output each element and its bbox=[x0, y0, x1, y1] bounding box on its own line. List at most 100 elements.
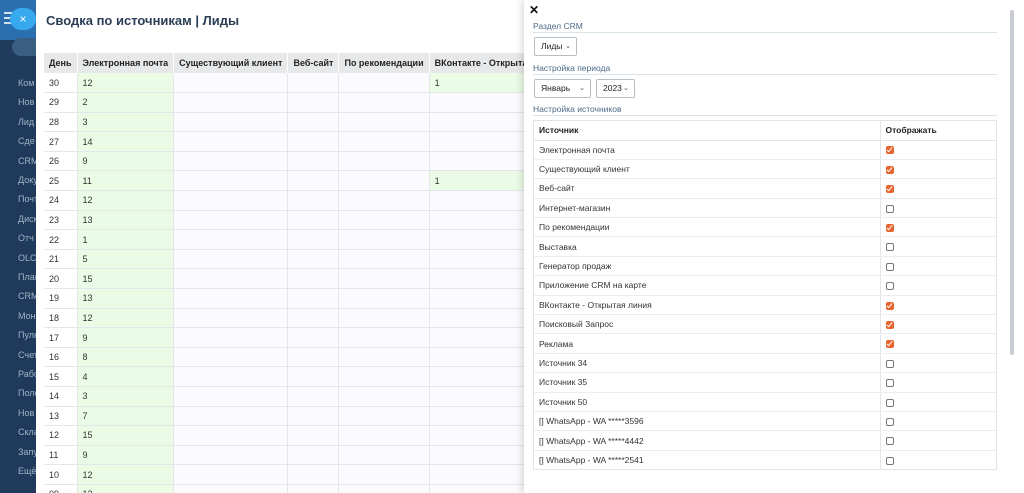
show-checkbox[interactable] bbox=[885, 185, 894, 194]
sidebar-search-pill[interactable] bbox=[12, 38, 36, 56]
sidebar-item[interactable]: CRM bbox=[18, 156, 36, 166]
sidebar-item[interactable]: Счет bbox=[18, 350, 36, 360]
vk-cell bbox=[429, 210, 536, 231]
sidebar-item[interactable]: Рабо bbox=[18, 369, 36, 379]
email-cell: 9 bbox=[77, 445, 175, 466]
show-checkbox[interactable] bbox=[885, 379, 894, 388]
source-row: Веб-сайт bbox=[534, 178, 996, 199]
source-show-cell bbox=[880, 178, 996, 199]
show-checkbox[interactable] bbox=[885, 398, 894, 407]
sidebar-item[interactable]: Нов bbox=[18, 408, 36, 418]
email-cell: 12 bbox=[77, 308, 175, 329]
source-row: Выставка bbox=[534, 236, 996, 257]
show-checkbox[interactable] bbox=[885, 224, 894, 232]
empty-cell bbox=[338, 131, 430, 152]
show-checkbox[interactable] bbox=[885, 301, 894, 310]
month-select[interactable]: Январь ⌄ bbox=[534, 79, 591, 98]
empty-cell bbox=[338, 386, 430, 407]
email-cell: 9 bbox=[77, 327, 175, 348]
source-show-cell bbox=[880, 140, 996, 160]
vk-cell bbox=[429, 131, 536, 152]
day-cell: 17 bbox=[44, 327, 78, 348]
source-row: Существующий клиент bbox=[534, 159, 996, 180]
source-row: [] WhatsApp - WA *****2541 bbox=[534, 450, 996, 469]
empty-cell bbox=[338, 347, 430, 368]
chevron-down-icon: ⌄ bbox=[579, 85, 585, 92]
summary-column-header[interactable]: По рекомендации bbox=[338, 53, 430, 73]
vk-cell bbox=[429, 366, 536, 387]
year-select[interactable]: 2023 ⌄ bbox=[596, 79, 635, 98]
empty-cell bbox=[287, 249, 340, 270]
empty-cell bbox=[287, 464, 340, 485]
summary-column-header[interactable]: Электронная почта bbox=[77, 53, 175, 73]
email-cell: 9 bbox=[77, 151, 175, 172]
page-title: Сводка по источникам | Лиды bbox=[46, 13, 240, 28]
source-name: Интернет-магазин bbox=[534, 198, 881, 219]
show-checkbox[interactable] bbox=[885, 282, 894, 291]
panel-close-icon[interactable]: ✕ bbox=[529, 3, 539, 17]
sidebar-item[interactable]: План bbox=[18, 272, 36, 282]
show-checkbox[interactable] bbox=[885, 243, 894, 252]
show-checkbox[interactable] bbox=[885, 456, 894, 465]
source-name: Существующий клиент bbox=[534, 159, 881, 180]
sidebar-item[interactable]: Поле bbox=[18, 388, 36, 398]
show-checkbox[interactable] bbox=[885, 320, 894, 329]
sidebar-item[interactable]: Доку bbox=[18, 175, 36, 185]
summary-column-header[interactable]: Веб-сайт bbox=[287, 53, 340, 73]
empty-cell bbox=[173, 347, 289, 368]
show-checkbox[interactable] bbox=[885, 437, 894, 446]
summary-column-header[interactable]: ВКонтакте - Открытая линия bbox=[429, 53, 536, 73]
sources-header-name: Источник bbox=[534, 121, 881, 141]
empty-cell bbox=[338, 484, 430, 493]
show-checkbox[interactable] bbox=[885, 359, 894, 368]
table-row: 16 8 bbox=[44, 347, 536, 368]
sidebar-item[interactable]: CRM bbox=[18, 291, 36, 301]
show-checkbox[interactable] bbox=[885, 340, 894, 349]
show-checkbox[interactable] bbox=[885, 165, 894, 174]
sidebar-item[interactable]: OLC bbox=[18, 253, 36, 263]
empty-cell bbox=[338, 425, 430, 446]
source-name: ВКонтакте - Открытая линия bbox=[534, 295, 881, 316]
sidebar-item[interactable]: Диск bbox=[18, 214, 36, 224]
sidebar-item[interactable]: Почт bbox=[18, 194, 36, 204]
day-cell: 20 bbox=[44, 268, 78, 290]
settings-panel: ✕ Раздел CRM Лиды ⌄ Настройка периода Янв… bbox=[524, 0, 1024, 493]
show-checkbox[interactable] bbox=[885, 262, 894, 271]
sidebar-item[interactable]: Нов bbox=[18, 97, 36, 107]
sidebar-item[interactable]: Ком bbox=[18, 78, 36, 88]
sidebar-item[interactable]: Ещё bbox=[18, 466, 36, 476]
show-checkbox[interactable] bbox=[885, 417, 894, 426]
table-row: 17 9 bbox=[44, 327, 536, 348]
sidebar-item[interactable]: Пуль bbox=[18, 330, 36, 340]
day-cell: 11 bbox=[44, 445, 78, 466]
vk-cell bbox=[429, 288, 536, 309]
day-cell: 12 bbox=[44, 425, 78, 446]
summary-column-header[interactable]: День bbox=[44, 53, 78, 73]
sidebar-item[interactable]: Сде bbox=[18, 136, 36, 146]
email-cell: 12 bbox=[77, 464, 175, 485]
empty-cell bbox=[338, 406, 430, 427]
summary-table: День Электронная почта Существующий клиент… bbox=[44, 53, 536, 493]
sidebar-item[interactable]: Скла bbox=[18, 427, 36, 437]
sidebar-item[interactable]: Лид bbox=[18, 117, 36, 127]
close-icon[interactable]: × bbox=[10, 8, 36, 30]
empty-cell bbox=[338, 288, 430, 309]
source-show-cell bbox=[880, 236, 996, 257]
vk-cell bbox=[429, 425, 536, 446]
panel-scrollbar[interactable] bbox=[1010, 10, 1014, 355]
table-row: 12 15 bbox=[44, 425, 536, 446]
table-row: 13 7 bbox=[44, 406, 536, 427]
source-row: Источник 35 bbox=[534, 372, 996, 393]
empty-cell bbox=[287, 327, 340, 348]
crm-section-select[interactable]: Лиды ⌄ bbox=[534, 37, 577, 56]
show-checkbox[interactable] bbox=[885, 204, 894, 213]
sidebar-item[interactable]: Отч bbox=[18, 233, 36, 243]
summary-column-header[interactable]: Существующий клиент bbox=[173, 53, 289, 73]
sidebar-item[interactable]: Запу bbox=[18, 447, 36, 457]
show-checkbox[interactable] bbox=[885, 146, 894, 155]
source-row: Поисковый Запрос bbox=[534, 314, 996, 335]
sources-header-show: Отображать bbox=[880, 121, 996, 141]
vk-cell bbox=[429, 229, 536, 250]
table-row: 21 5 bbox=[44, 249, 536, 270]
sidebar-item[interactable]: Мон bbox=[18, 311, 36, 321]
